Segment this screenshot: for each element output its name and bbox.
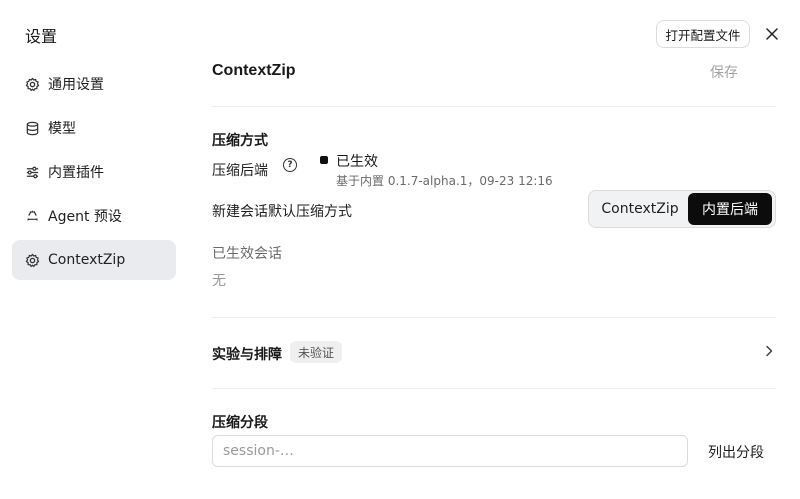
- option-builtin-backend[interactable]: 内置后端: [688, 193, 772, 225]
- help-icon[interactable]: ?: [283, 158, 297, 172]
- sidebar-item-label: Agent 预设: [48, 209, 122, 225]
- dialog-title: 设置: [25, 27, 58, 46]
- section-title-segments: 压缩分段: [212, 415, 268, 431]
- page-title: ContextZip: [212, 62, 296, 79]
- sidebar-item-contextzip[interactable]: ContextZip: [12, 240, 176, 280]
- section-title-experiment[interactable]: 实验与排障: [212, 344, 282, 364]
- backend-label: 压缩后端: [212, 163, 268, 179]
- gear-icon: [24, 76, 40, 92]
- status-text: 已生效: [336, 154, 378, 170]
- sidebar-item-label: 内置插件: [48, 165, 104, 181]
- active-sessions-label: 已生效会话: [212, 246, 282, 262]
- divider: [212, 388, 776, 389]
- default-method-label: 新建会话默认压缩方式: [212, 204, 352, 220]
- active-sessions-value: 无: [212, 273, 226, 289]
- sidebar-item-agent-presets[interactable]: Agent 预设: [12, 196, 176, 236]
- status-detail: 基于内置 0.1.7-alpha.1，09-23 12:16: [336, 174, 553, 188]
- sliders-icon: [24, 164, 40, 180]
- save-button[interactable]: 保存: [710, 62, 738, 82]
- section-title-compression: 压缩方式: [212, 133, 268, 149]
- sidebar-item-label: ContextZip: [48, 252, 126, 268]
- chevron-right-icon[interactable]: [764, 345, 774, 361]
- sidebar-item-model[interactable]: 模型: [12, 108, 176, 148]
- compression-method-toggle: ContextZip 内置后端: [588, 190, 776, 228]
- status-badge: 未验证: [290, 341, 343, 363]
- option-contextzip[interactable]: ContextZip: [592, 193, 688, 225]
- database-icon: [24, 120, 40, 136]
- settings-dialog: 设置 打开配置文件 通用设置 模型 内置插件 Agent 预设 ContextZ…: [0, 0, 800, 499]
- status-indicator: [320, 156, 328, 164]
- divider: [212, 106, 776, 107]
- sidebar: 通用设置 模型 内置插件 Agent 预设 ContextZip: [12, 64, 176, 284]
- gear-icon: [24, 252, 40, 268]
- recycle-icon: [24, 208, 40, 224]
- sidebar-item-label: 通用设置: [48, 77, 104, 93]
- sidebar-item-plugins[interactable]: 内置插件: [12, 152, 176, 192]
- sidebar-item-label: 模型: [48, 121, 76, 137]
- divider: [212, 317, 776, 318]
- list-segments-button[interactable]: 列出分段: [708, 442, 764, 462]
- session-input[interactable]: [212, 435, 688, 467]
- main-panel: ContextZip 保存 压缩方式 压缩后端 ? 已生效 基于内置 0.1.7…: [212, 0, 776, 499]
- sidebar-item-general[interactable]: 通用设置: [12, 64, 176, 104]
